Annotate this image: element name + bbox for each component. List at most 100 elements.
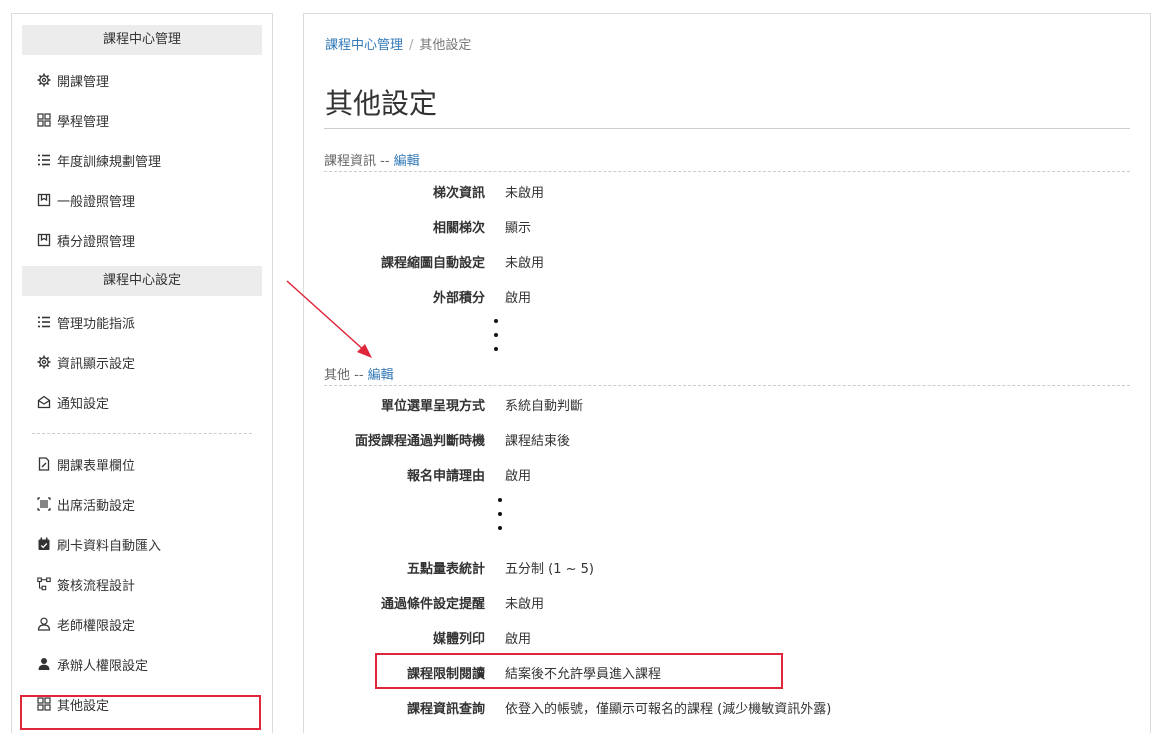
setting-label: 課程縮圖自動設定: [380, 256, 485, 271]
setting-value: 顯示: [505, 221, 532, 236]
sidebar-item-label: 年度訓練規劃管理: [57, 154, 162, 170]
setting-label: 五點量表統計: [406, 562, 485, 577]
setting-label: 課程資訊查詢: [406, 702, 485, 717]
sidebar-item-label: 資訊顯示設定: [57, 356, 136, 372]
certificate-icon: [37, 233, 51, 247]
sidebar-item-notification[interactable]: 通知設定: [12, 382, 272, 422]
sidebar-item-form-fields[interactable]: 開課表單欄位: [12, 444, 272, 484]
setting-label: 課程限制閱讀: [406, 667, 485, 682]
sidebar-item-display-settings[interactable]: 資訊顯示設定: [12, 342, 272, 382]
section-title: 課程資訊 --: [324, 154, 394, 169]
certificate-icon: [37, 193, 51, 207]
flow-icon: [37, 577, 51, 591]
setting-value: 結案後不允許學員進入課程: [505, 667, 662, 682]
sidebar-item-label: 通知設定: [57, 396, 110, 412]
setting-label: 報名申請理由: [406, 469, 485, 484]
sidebar-item-annual-plan[interactable]: 年度訓練規劃管理: [12, 140, 272, 180]
setting-row: 梯次資訊 未啟用: [324, 182, 1130, 202]
setting-row: 單位選單呈現方式 系統自動判斷: [324, 395, 1130, 415]
sidebar-item-other-settings[interactable]: 其他設定: [12, 684, 272, 724]
barcode-icon: [37, 497, 51, 511]
sidebar-item-card-import[interactable]: 刷卡資料自動匯入: [12, 524, 272, 564]
form-icon: [37, 457, 51, 471]
setting-value: 依登入的帳號，僅顯示可報名的課程 (減少機敏資訊外露): [505, 702, 832, 717]
setting-value: 啟用: [505, 291, 532, 306]
setting-label: 面授課程通過判斷時機: [354, 434, 485, 449]
section-other-header: 其他 -- 編輯: [324, 364, 1130, 386]
sidebar-item-approval-flow[interactable]: 簽核流程設計: [12, 564, 272, 604]
setting-label: 外部積分: [432, 291, 485, 306]
edit-course-info-link[interactable]: 編輯: [394, 154, 420, 169]
setting-label: 單位選單呈現方式: [380, 399, 485, 414]
gear-icon: [37, 355, 51, 369]
setting-row: 課程縮圖自動設定 未啟用: [324, 252, 1130, 272]
page-title: 其他設定: [325, 87, 438, 120]
sidebar-item-label: 開課表單欄位: [57, 458, 136, 474]
sidebar-item-label: 學程管理: [57, 114, 110, 130]
sidebar-item-label: 刷卡資料自動匯入: [57, 538, 162, 554]
ellipsis-dots: [494, 319, 500, 361]
title-divider: [324, 128, 1130, 129]
sidebar-item-teacher-permission[interactable]: 老師權限設定: [12, 604, 272, 644]
setting-value: 啟用: [505, 632, 532, 647]
setting-value: 系統自動判斷: [505, 399, 584, 414]
sidebar-group-header: 課程中心設定: [22, 266, 262, 296]
section-course-info-header: 課程資訊 -- 編輯: [324, 150, 1130, 172]
sidebar-item-function-assign[interactable]: 管理功能指派: [12, 302, 272, 342]
setting-label: 通過條件設定提醒: [380, 597, 485, 612]
grid-icon: [37, 697, 51, 711]
breadcrumb-parent-link[interactable]: 課程中心管理: [325, 38, 403, 53]
setting-row: 面授課程通過判斷時機 課程結束後: [324, 430, 1130, 450]
sidebar-item-label: 開課管理: [57, 74, 110, 90]
sidebar-item-handler-permission[interactable]: 承辦人權限設定: [12, 644, 272, 684]
sidebar-item-course-management[interactable]: 開課管理: [12, 60, 272, 100]
sidebar-item-label: 管理功能指派: [57, 316, 136, 332]
setting-row: 外部積分 啟用: [324, 287, 1130, 307]
user-icon: [37, 657, 51, 671]
sidebar: 課程中心管理 開課管理 學程管理 年度訓練規劃管理 一般證照管理 積分證照管理 …: [11, 13, 273, 733]
setting-row: 報名申請理由 啟用: [324, 465, 1130, 485]
ellipsis-dots: [498, 498, 504, 540]
envelope-icon: [37, 395, 51, 409]
setting-row: 課程資訊查詢 依登入的帳號，僅顯示可報名的課程 (減少機敏資訊外露): [324, 698, 1130, 718]
sidebar-item-label: 出席活動設定: [57, 498, 136, 514]
sidebar-item-label: 承辦人權限設定: [57, 658, 149, 674]
sidebar-group-header: 課程中心管理: [22, 25, 262, 55]
setting-row-course-read-restriction: 課程限制閱讀 結案後不允許學員進入課程: [324, 663, 1130, 683]
gear-icon: [37, 73, 51, 87]
sidebar-item-general-license[interactable]: 一般證照管理: [12, 180, 272, 220]
list-icon: [37, 153, 51, 167]
sidebar-item-label: 老師權限設定: [57, 618, 136, 634]
main-panel: 課程中心管理 / 其他設定 其他設定 課程資訊 -- 編輯 梯次資訊 未啟用 相關梯…: [303, 13, 1151, 733]
sidebar-item-label: 一般證照管理: [57, 194, 136, 210]
setting-value: 未啟用: [505, 186, 545, 201]
calendar-icon: [37, 537, 51, 551]
section-title: 其他 --: [324, 368, 368, 383]
grid-icon: [37, 113, 51, 127]
setting-label: 相關梯次: [432, 221, 485, 236]
sidebar-item-attendance[interactable]: 出席活動設定: [12, 484, 272, 524]
setting-value: 未啟用: [505, 597, 545, 612]
setting-value: 五分制 (1 ~ 5): [505, 562, 594, 577]
sidebar-item-label: 積分證照管理: [57, 234, 136, 250]
sidebar-item-program-management[interactable]: 學程管理: [12, 100, 272, 140]
setting-label: 媒體列印: [432, 632, 485, 647]
sidebar-item-credit-license[interactable]: 積分證照管理: [12, 220, 272, 260]
breadcrumb-separator: /: [409, 38, 414, 53]
breadcrumb: 課程中心管理 / 其他設定: [325, 34, 471, 53]
setting-row: 通過條件設定提醒 未啟用: [324, 593, 1130, 613]
setting-row: 五點量表統計 五分制 (1 ~ 5): [324, 558, 1130, 578]
sidebar-divider: [32, 433, 252, 434]
setting-row: 相關梯次 顯示: [324, 217, 1130, 237]
user-outline-icon: [37, 617, 51, 631]
setting-value: 課程結束後: [505, 434, 571, 449]
sidebar-item-label: 簽核流程設計: [57, 578, 136, 594]
breadcrumb-current: 其他設定: [419, 38, 472, 53]
setting-value: 啟用: [505, 469, 532, 484]
setting-label: 梯次資訊: [432, 186, 485, 201]
list-icon: [37, 315, 51, 329]
sidebar-item-label: 其他設定: [57, 698, 110, 714]
setting-value: 未啟用: [505, 256, 545, 271]
edit-other-link[interactable]: 編輯: [368, 368, 394, 383]
setting-row: 媒體列印 啟用: [324, 628, 1130, 648]
